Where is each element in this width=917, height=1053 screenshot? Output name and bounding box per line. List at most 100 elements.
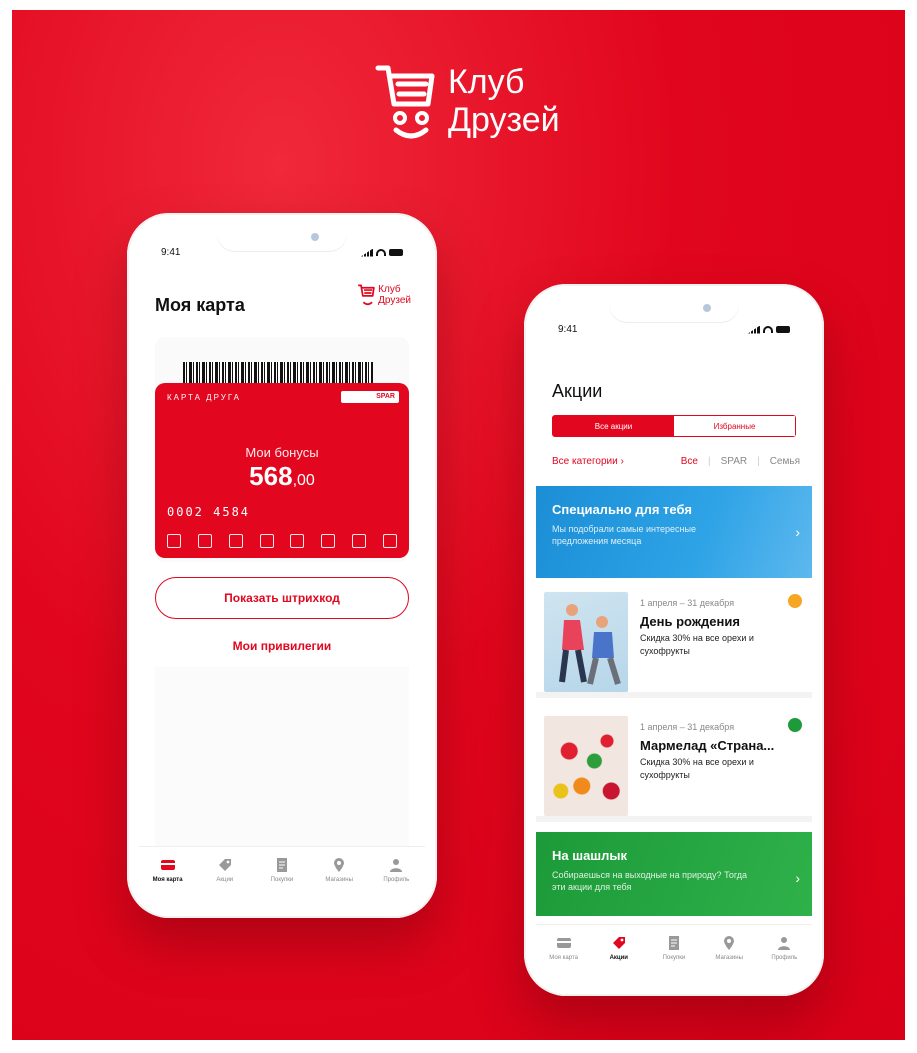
card-number: 0002 4584 <box>167 505 251 519</box>
tab-purchases[interactable]: Покупки <box>258 857 306 883</box>
offer-card[interactable]: 1 апреля – 31 декабря День рождения Скид… <box>536 586 812 698</box>
tab-profile[interactable]: Профиль <box>760 935 808 961</box>
card-screen: 9:41 Моя карта Клуб Друзей КАРТА ДРУГА S… <box>139 225 425 906</box>
card-icon <box>556 938 571 948</box>
card-icon <box>160 860 175 870</box>
tab-purchases[interactable]: Покупки <box>650 935 698 961</box>
loyalty-card-area: КАРТА ДРУГА SPAR Мои бонусы 568,00 0002 … <box>155 337 409 562</box>
mini-logo-line1: Клуб <box>378 284 401 295</box>
ticket-icon <box>352 534 367 548</box>
offer-card[interactable]: 1 апреля – 31 декабря Мармелад «Страна..… <box>536 710 812 822</box>
offer-date: 1 апреля – 31 декабря <box>640 722 735 732</box>
tab-label: Акции <box>216 877 234 883</box>
tag-icon <box>612 937 625 949</box>
brand-line2: Друзей <box>448 101 560 139</box>
tab-my-card[interactable]: Моя карта <box>144 857 192 883</box>
wifi-icon <box>763 326 773 333</box>
banner-title: На шашлык <box>552 848 627 863</box>
mini-brand-logo: Клуб Друзей <box>357 283 411 307</box>
status-bar: 9:41 <box>558 324 790 335</box>
tab-promotions[interactable]: Акции <box>595 935 643 961</box>
status-time: 9:41 <box>161 247 181 258</box>
banner-subtitle: Собираешься на выходные на природу? Тогд… <box>552 870 748 892</box>
brand-line1: Клуб <box>448 63 525 101</box>
phone-card-screen: 9:41 Моя карта Клуб Друзей КАРТА ДРУГА S… <box>127 213 437 918</box>
receipt-icon <box>276 858 287 872</box>
tab-stores[interactable]: Магазины <box>705 935 753 961</box>
store-filter-group: Все | SPAR | Семья <box>681 456 800 467</box>
tab-label: Профиль <box>771 955 798 961</box>
offer-title: Мармелад «Страна... <box>640 738 775 753</box>
loyalty-card[interactable]: КАРТА ДРУГА SPAR Мои бонусы 568,00 0002 … <box>155 383 409 558</box>
wifi-icon <box>376 249 386 256</box>
tab-stores[interactable]: Магазины <box>315 857 363 883</box>
tab-promotions[interactable]: Акции <box>201 857 249 883</box>
filter-row: Все категории › Все | SPAR | Семья <box>552 456 800 467</box>
battery-icon <box>776 326 790 333</box>
cart-smile-icon <box>375 65 435 139</box>
page-title: Моя карта <box>155 295 245 315</box>
phone-promotions-screen: 9:41 Акции Все акции Избранные Все катег… <box>524 284 824 996</box>
segment-all-promotions[interactable]: Все акции <box>553 416 674 436</box>
tab-label: Покупки <box>270 877 294 883</box>
filter-spar[interactable]: SPAR <box>721 456 748 467</box>
content-area <box>155 667 409 847</box>
card-label: КАРТА ДРУГА <box>167 393 241 402</box>
promotions-screen: 9:41 Акции Все акции Избранные Все катег… <box>536 296 812 984</box>
filter-family[interactable]: Семья <box>770 456 800 467</box>
page-title: Акции <box>552 381 603 401</box>
gift-icon <box>167 534 181 548</box>
mini-logo-line2: Друзей <box>378 295 411 306</box>
brand-name: Клуб Друзей <box>448 63 560 139</box>
offer-date: 1 апреля – 31 декабря <box>640 598 735 608</box>
pin-icon <box>724 936 735 950</box>
offer-image <box>544 592 628 692</box>
offer-image <box>544 716 628 816</box>
coffee-icon <box>321 534 336 548</box>
person-icon <box>390 859 403 872</box>
signal-icon <box>748 325 760 334</box>
tab-label: Магазины <box>715 955 743 961</box>
wallet-icon <box>197 534 212 548</box>
tab-my-card[interactable]: Моя карта <box>540 935 588 961</box>
tab-label: Покупки <box>662 955 686 961</box>
privileges-link[interactable]: Мои привилегии <box>139 639 425 653</box>
personal-offers-banner[interactable]: Специально для тебя Мы подобрали самые и… <box>536 486 812 578</box>
offer-title: День рождения <box>640 614 740 629</box>
basket-icon <box>290 534 305 548</box>
tab-label: Моя карта <box>549 955 578 961</box>
bottle-icon <box>259 534 274 548</box>
card-category-icons <box>167 534 397 548</box>
cart-smile-icon <box>358 284 375 306</box>
tab-label: Магазины <box>325 877 353 883</box>
tab-label: Акции <box>609 955 628 961</box>
categories-filter[interactable]: Все категории › <box>552 456 624 467</box>
bonus-label: Мои бонусы <box>245 445 319 460</box>
status-time: 9:41 <box>558 324 578 335</box>
dancers-illustration <box>559 604 621 685</box>
brand-logo: Клуб Друзей <box>374 60 560 142</box>
person-icon <box>778 937 791 950</box>
signal-icon <box>361 248 373 257</box>
show-barcode-button[interactable]: Показать штрихкод <box>155 577 409 619</box>
tab-label: Моя карта <box>152 877 183 883</box>
banner-subtitle: Мы подобрали самые интересные предложени… <box>552 524 696 546</box>
bonus-int: 568 <box>249 461 293 491</box>
filter-divider: | <box>757 456 760 467</box>
segmented-control: Все акции Избранные <box>552 415 796 437</box>
system-icons <box>748 324 790 335</box>
bonus-value: 568,00 <box>155 461 409 492</box>
filter-divider: | <box>707 456 711 467</box>
bbq-offers-banner[interactable]: На шашлык Собираешься на выходные на при… <box>536 832 812 916</box>
segment-favorites[interactable]: Избранные <box>674 416 795 436</box>
system-icons <box>361 247 403 258</box>
store-badge-icon <box>788 718 802 732</box>
bottom-tab-bar: Моя карта Акции Покупки Магазины Профиль <box>139 846 425 906</box>
chevron-right-icon: › <box>795 524 800 540</box>
bonus-dec: ,00 <box>292 472 315 489</box>
bottom-tab-bar: Моя карта Акции Покупки Магазины Профиль <box>536 924 812 984</box>
phone-icon <box>382 534 397 548</box>
filter-all[interactable]: Все <box>681 456 698 467</box>
tab-profile[interactable]: Профиль <box>372 857 420 883</box>
banner-title: Специально для тебя <box>552 502 692 517</box>
